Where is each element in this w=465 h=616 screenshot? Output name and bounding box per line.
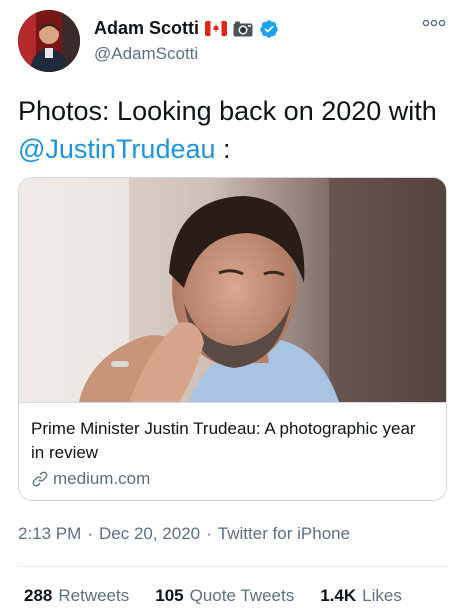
stat-count: 105	[155, 586, 184, 605]
mention-link[interactable]: @JustinTrudeau	[18, 134, 216, 164]
quote-tweets-stat[interactable]: 105 Quote Tweets	[155, 586, 294, 606]
meta-separator: ·	[87, 524, 93, 543]
more-options-icon[interactable]	[422, 16, 446, 30]
tweet-text-prefix: Photos: Looking back on 2020 with	[18, 96, 437, 126]
tweet-time[interactable]: 2:13 PM	[18, 524, 81, 544]
card-domain: medium.com	[53, 469, 151, 488]
display-name[interactable]: Adam Scotti	[94, 18, 199, 39]
tweet-date[interactable]: Dec 20, 2020	[99, 524, 200, 544]
tweet-stats: 288 Retweets 105 Quote Tweets 1.4K Likes	[24, 586, 402, 606]
avatar[interactable]	[18, 10, 80, 72]
card-body[interactable]: Prime Minister Justin Trudeau: A photogr…	[19, 402, 446, 500]
tweet-header: Adam Scotti @AdamScotti	[18, 10, 448, 74]
user-handle[interactable]: @AdamScotti	[94, 44, 198, 64]
card-image[interactable]	[19, 178, 446, 402]
stat-count: 1.4K	[320, 586, 357, 605]
tweet-source[interactable]: Twitter for iPhone	[218, 524, 350, 544]
stat-label: Likes	[362, 586, 402, 605]
retweets-stat[interactable]: 288 Retweets	[24, 586, 129, 606]
canada-flag-icon	[205, 21, 228, 36]
stat-label: Retweets	[58, 586, 130, 605]
tweet-text-suffix: :	[223, 134, 231, 164]
likes-stat[interactable]: 1.4K Likes	[320, 586, 402, 606]
link-card[interactable]: Prime Minister Justin Trudeau: A photogr…	[18, 177, 447, 501]
stat-label: Quote Tweets	[189, 586, 295, 605]
verified-icon	[259, 19, 279, 39]
card-title[interactable]: Prime Minister Justin Trudeau: A photogr…	[31, 417, 431, 465]
name-row: Adam Scotti	[94, 18, 279, 39]
divider	[18, 566, 447, 567]
camera-icon	[233, 21, 253, 37]
stat-count: 288	[24, 586, 53, 605]
tweet-meta: 2:13 PM · Dec 20, 2020 · Twitter for iPh…	[18, 524, 350, 544]
meta-separator: ·	[206, 524, 212, 543]
link-icon	[31, 470, 49, 488]
tweet-text: Photos: Looking back on 2020 with @Justi…	[18, 92, 448, 168]
card-domain-row: medium.com	[31, 469, 150, 489]
